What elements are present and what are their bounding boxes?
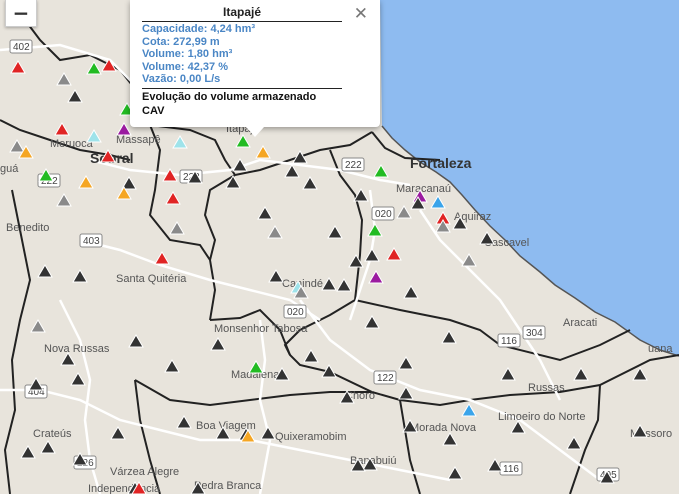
city-label-russas: Russas — [528, 382, 565, 394]
cav-link[interactable]: CAV — [142, 105, 164, 117]
road-shield-222-b: 222 — [341, 157, 365, 172]
city-label-maracanau: Maracanaú — [396, 183, 451, 195]
svg-text:403: 403 — [83, 236, 100, 247]
svg-text:304: 304 — [526, 328, 543, 339]
city-label-santa-quiteria: Santa Quitéria — [116, 273, 187, 285]
road-shield-116-b: 116 — [499, 461, 523, 476]
city-label-fortaleza: Fortaleza — [410, 155, 472, 171]
close-icon[interactable]: ✕ — [354, 4, 368, 24]
volume-history-link[interactable]: Evolução do volume armazenado — [142, 91, 316, 103]
city-label-morada-nova: Morada Nova — [410, 422, 477, 434]
city-label-massape: Massapê — [116, 134, 161, 146]
road-shield-402: 402 — [9, 39, 33, 54]
svg-text:122: 122 — [377, 373, 394, 384]
city-label-quixeramobim: Quixeramobim — [275, 431, 347, 443]
road-shield-122: 122 — [373, 370, 397, 385]
city-label-nova-russas: Nova Russas — [44, 343, 110, 355]
popup-title: Itapajé — [142, 5, 342, 22]
minus-icon: − — [12, 1, 30, 25]
road-shield-020-a: 020 — [371, 206, 395, 221]
city-label-monsenhor-tabosa: Monsenhor Tabosa — [214, 323, 308, 335]
popup-capacity: Capacidade: 4,24 hm³ — [142, 23, 256, 35]
popup-volume: Volume: 1,80 hm³ — [142, 48, 233, 61]
svg-text:116: 116 — [503, 464, 519, 475]
city-label-varzea-alegre: Várzea Alegre — [110, 466, 179, 478]
svg-text:020: 020 — [287, 307, 304, 318]
zoom-out-button[interactable]: − — [5, 0, 37, 27]
popup-details: Capacidade: 4,24 hm³ Cota: 272,99 m Volu… — [142, 23, 342, 86]
popup-flow: Vazão: 0,00 L/s — [142, 73, 221, 86]
city-label-jaguaruana: uana — [648, 343, 673, 355]
popup-pointer — [246, 127, 264, 137]
svg-text:402: 402 — [13, 42, 30, 53]
road-shield-020-b: 020 — [283, 304, 307, 319]
road-shield-304: 304 — [522, 325, 546, 340]
popup-volume-percent: Volume: 42,37 % — [142, 60, 228, 73]
svg-text:116: 116 — [501, 336, 517, 347]
info-popup: ✕ Itapajé Capacidade: 4,24 hm³ Cota: 272… — [130, 0, 380, 127]
popup-level: Cota: 272,99 m — [142, 35, 220, 48]
city-label-crateus: Crateús — [33, 428, 72, 440]
city-label-guaraciaba: guá — [0, 163, 19, 175]
city-label-aracati: Aracati — [563, 317, 597, 329]
road-shield-403: 403 — [79, 233, 103, 248]
svg-text:222: 222 — [345, 160, 362, 171]
svg-text:020: 020 — [375, 209, 392, 220]
popup-divider — [142, 88, 342, 89]
road-shield-116-a: 116 — [497, 333, 521, 348]
city-label-meruoca: Meruoca — [50, 138, 94, 150]
city-label-benedito: Benedito — [6, 222, 49, 234]
city-label-pedra-branca: Pedra Branca — [194, 480, 262, 492]
city-label-limoeiro-do-norte: Limoeiro do Norte — [498, 411, 585, 423]
city-label-independencia: Independência — [88, 483, 161, 494]
